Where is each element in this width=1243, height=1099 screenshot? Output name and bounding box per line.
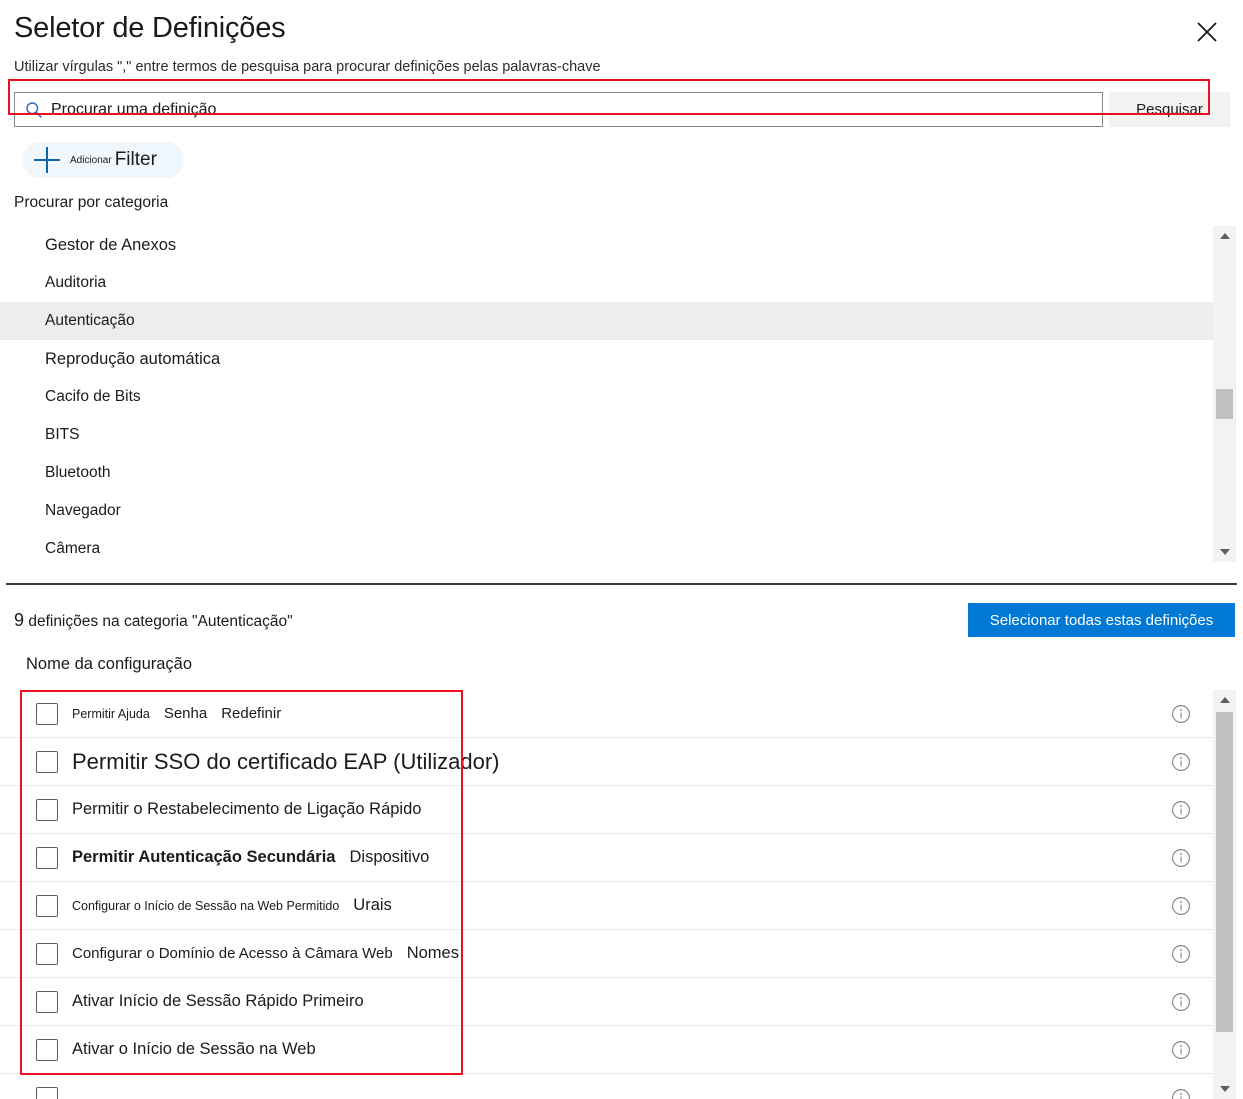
category-item[interactable]: BITS — [0, 416, 1213, 454]
settings-table[interactable]: Permitir Ajuda Senha Redefinir Permitir SSO… — [0, 690, 1213, 1099]
setting-name: Permitir Ajuda Senha Redefinir — [72, 705, 281, 722]
settings-scrollbar-thumb[interactable] — [1216, 712, 1233, 1032]
plus-icon — [34, 147, 60, 173]
results-count: 9 definições na categoria "Autenticação" — [14, 610, 293, 631]
search-icon — [25, 101, 43, 119]
setting-name: Ativar Início de Sessão Rápido Primeiro — [72, 992, 364, 1011]
category-item[interactable]: Câmera — [0, 530, 1213, 564]
info-icon[interactable] — [1171, 896, 1191, 916]
scroll-up-icon[interactable] — [1213, 226, 1236, 246]
row-checkbox[interactable] — [36, 1086, 58, 1099]
setting-name: Configurar o Domínio de Acesso à Câmara … — [72, 944, 459, 963]
category-item[interactable]: Autenticação — [0, 302, 1213, 340]
setting-name-segment: Dispositivo — [349, 848, 430, 866]
info-icon[interactable] — [1171, 704, 1191, 724]
table-row[interactable]: Configurar o Início de Sessão na Web Per… — [0, 882, 1213, 930]
setting-name-segment: Ativar o Início de Sessão na Web — [72, 1040, 316, 1058]
info-icon[interactable] — [1171, 944, 1191, 964]
category-scrollbar[interactable] — [1213, 226, 1236, 562]
table-row[interactable] — [0, 1074, 1213, 1099]
category-item[interactable]: Auditoria — [0, 264, 1213, 302]
category-scrollbar-thumb[interactable] — [1216, 389, 1233, 419]
setting-name-segment: Permitir SSO do certificado EAP (Utiliza… — [72, 748, 500, 774]
settings-scroll-up-icon[interactable] — [1213, 690, 1236, 710]
category-item[interactable]: Bluetooth — [0, 454, 1213, 492]
table-row[interactable]: Permitir o Restabelecimento de Ligação R… — [0, 786, 1213, 834]
setting-name-segment: Configurar o Domínio de Acesso à Câmara … — [72, 945, 393, 962]
setting-name: Permitir SSO do certificado EAP (Utiliza… — [72, 749, 500, 775]
table-row[interactable]: Ativar Início de Sessão Rápido Primeiro — [0, 978, 1213, 1026]
row-checkbox[interactable] — [36, 750, 58, 773]
search-input[interactable] — [51, 94, 1102, 125]
info-icon[interactable] — [1171, 992, 1191, 1012]
setting-name-segment: Permitir o Restabelecimento de Ligação R… — [72, 800, 422, 818]
scroll-down-icon[interactable] — [1213, 542, 1236, 562]
column-header-name: Nome da configuração — [26, 655, 193, 673]
row-checkbox[interactable] — [36, 990, 58, 1013]
results-count-text: definições na categoria "Autenticação" — [24, 613, 293, 630]
row-checkbox[interactable] — [36, 846, 58, 869]
category-item[interactable]: Navegador — [0, 492, 1213, 530]
info-icon[interactable] — [1171, 848, 1191, 868]
category-item-label: Navegador — [45, 502, 121, 519]
category-item[interactable]: Reprodução automática — [0, 340, 1213, 378]
info-icon[interactable] — [1171, 1088, 1191, 1099]
close-button[interactable] — [1185, 12, 1229, 52]
table-row[interactable]: Permitir Ajuda Senha Redefinir — [0, 690, 1213, 738]
category-item-label: Bluetooth — [45, 464, 111, 481]
setting-name-segment: Permitir Ajuda — [72, 707, 150, 721]
row-checkbox[interactable] — [36, 1038, 58, 1061]
settings-picker-dialog: Seletor de Definições Utilizar vírgulas … — [0, 0, 1243, 1099]
setting-name: Ativar o Início de Sessão na Web — [72, 1040, 316, 1059]
table-row[interactable]: Permitir SSO do certificado EAP (Utiliza… — [0, 738, 1213, 786]
category-item-label: Auditoria — [45, 274, 107, 291]
row-checkbox[interactable] — [36, 798, 58, 821]
setting-name: Configurar o Início de Sessão na Web Per… — [72, 896, 392, 915]
setting-name-segment: Urais — [353, 896, 392, 914]
category-heading: Procurar por categoria — [14, 194, 169, 211]
setting-name: Permitir o Restabelecimento de Ligação R… — [72, 800, 421, 819]
settings-scroll-down-icon[interactable] — [1213, 1079, 1236, 1099]
table-row[interactable]: Configurar o Domínio de Acesso à Câmara … — [0, 930, 1213, 978]
results-count-number: 9 — [14, 610, 25, 630]
close-icon — [1196, 21, 1218, 43]
table-row[interactable]: Ativar o Início de Sessão na Web — [0, 1026, 1213, 1074]
section-divider — [6, 583, 1237, 585]
setting-name-segment: Ativar Início de Sessão Rápido Primeiro — [72, 992, 364, 1010]
select-all-button[interactable]: Selecionar todas estas definições — [968, 603, 1235, 637]
setting-name: Permitir Autenticação Secundária Disposit… — [72, 848, 429, 867]
page-subtitle: Utilizar vírgulas "," entre termos de pe… — [14, 59, 601, 75]
category-list[interactable]: Gestor de Anexos Auditoria Autenticação Rep… — [0, 226, 1213, 564]
row-checkbox[interactable] — [36, 942, 58, 965]
category-item-label: BITS — [45, 426, 80, 443]
category-item-label: Cacifo de Bits — [45, 388, 141, 405]
info-icon[interactable] — [1171, 1040, 1191, 1060]
filter-small-label: Adicionar — [70, 154, 112, 166]
info-icon[interactable] — [1171, 752, 1191, 772]
search-button[interactable]: Pesquisar — [1109, 92, 1230, 127]
search-box[interactable] — [14, 92, 1103, 127]
setting-name-segment: Senha — [163, 705, 208, 722]
category-item[interactable]: Gestor de Anexos — [0, 226, 1213, 264]
page-title: Seletor de Definições — [14, 12, 286, 44]
filter-large-label: Filter — [114, 149, 157, 170]
row-checkbox[interactable] — [36, 894, 58, 917]
add-filter-button[interactable]: Adicionar Filter — [22, 142, 184, 178]
category-item-label: Gestor de Anexos — [45, 235, 177, 254]
setting-name-segment: Permitir Autenticação Secundária — [72, 848, 336, 866]
row-checkbox[interactable] — [36, 702, 58, 725]
settings-scrollbar[interactable] — [1213, 690, 1236, 1099]
setting-name-segment: Configurar o Início de Sessão na Web Per… — [72, 899, 340, 913]
setting-name-segment: Nomes — [406, 944, 459, 962]
category-item-label: Câmera — [45, 540, 101, 557]
info-icon[interactable] — [1171, 800, 1191, 820]
category-item[interactable]: Cacifo de Bits — [0, 378, 1213, 416]
category-item-label: Autenticação — [45, 312, 135, 329]
category-item-label: Reprodução automática — [45, 349, 221, 368]
setting-name-segment: Redefinir — [221, 705, 282, 722]
table-row[interactable]: Permitir Autenticação Secundária Disposit… — [0, 834, 1213, 882]
